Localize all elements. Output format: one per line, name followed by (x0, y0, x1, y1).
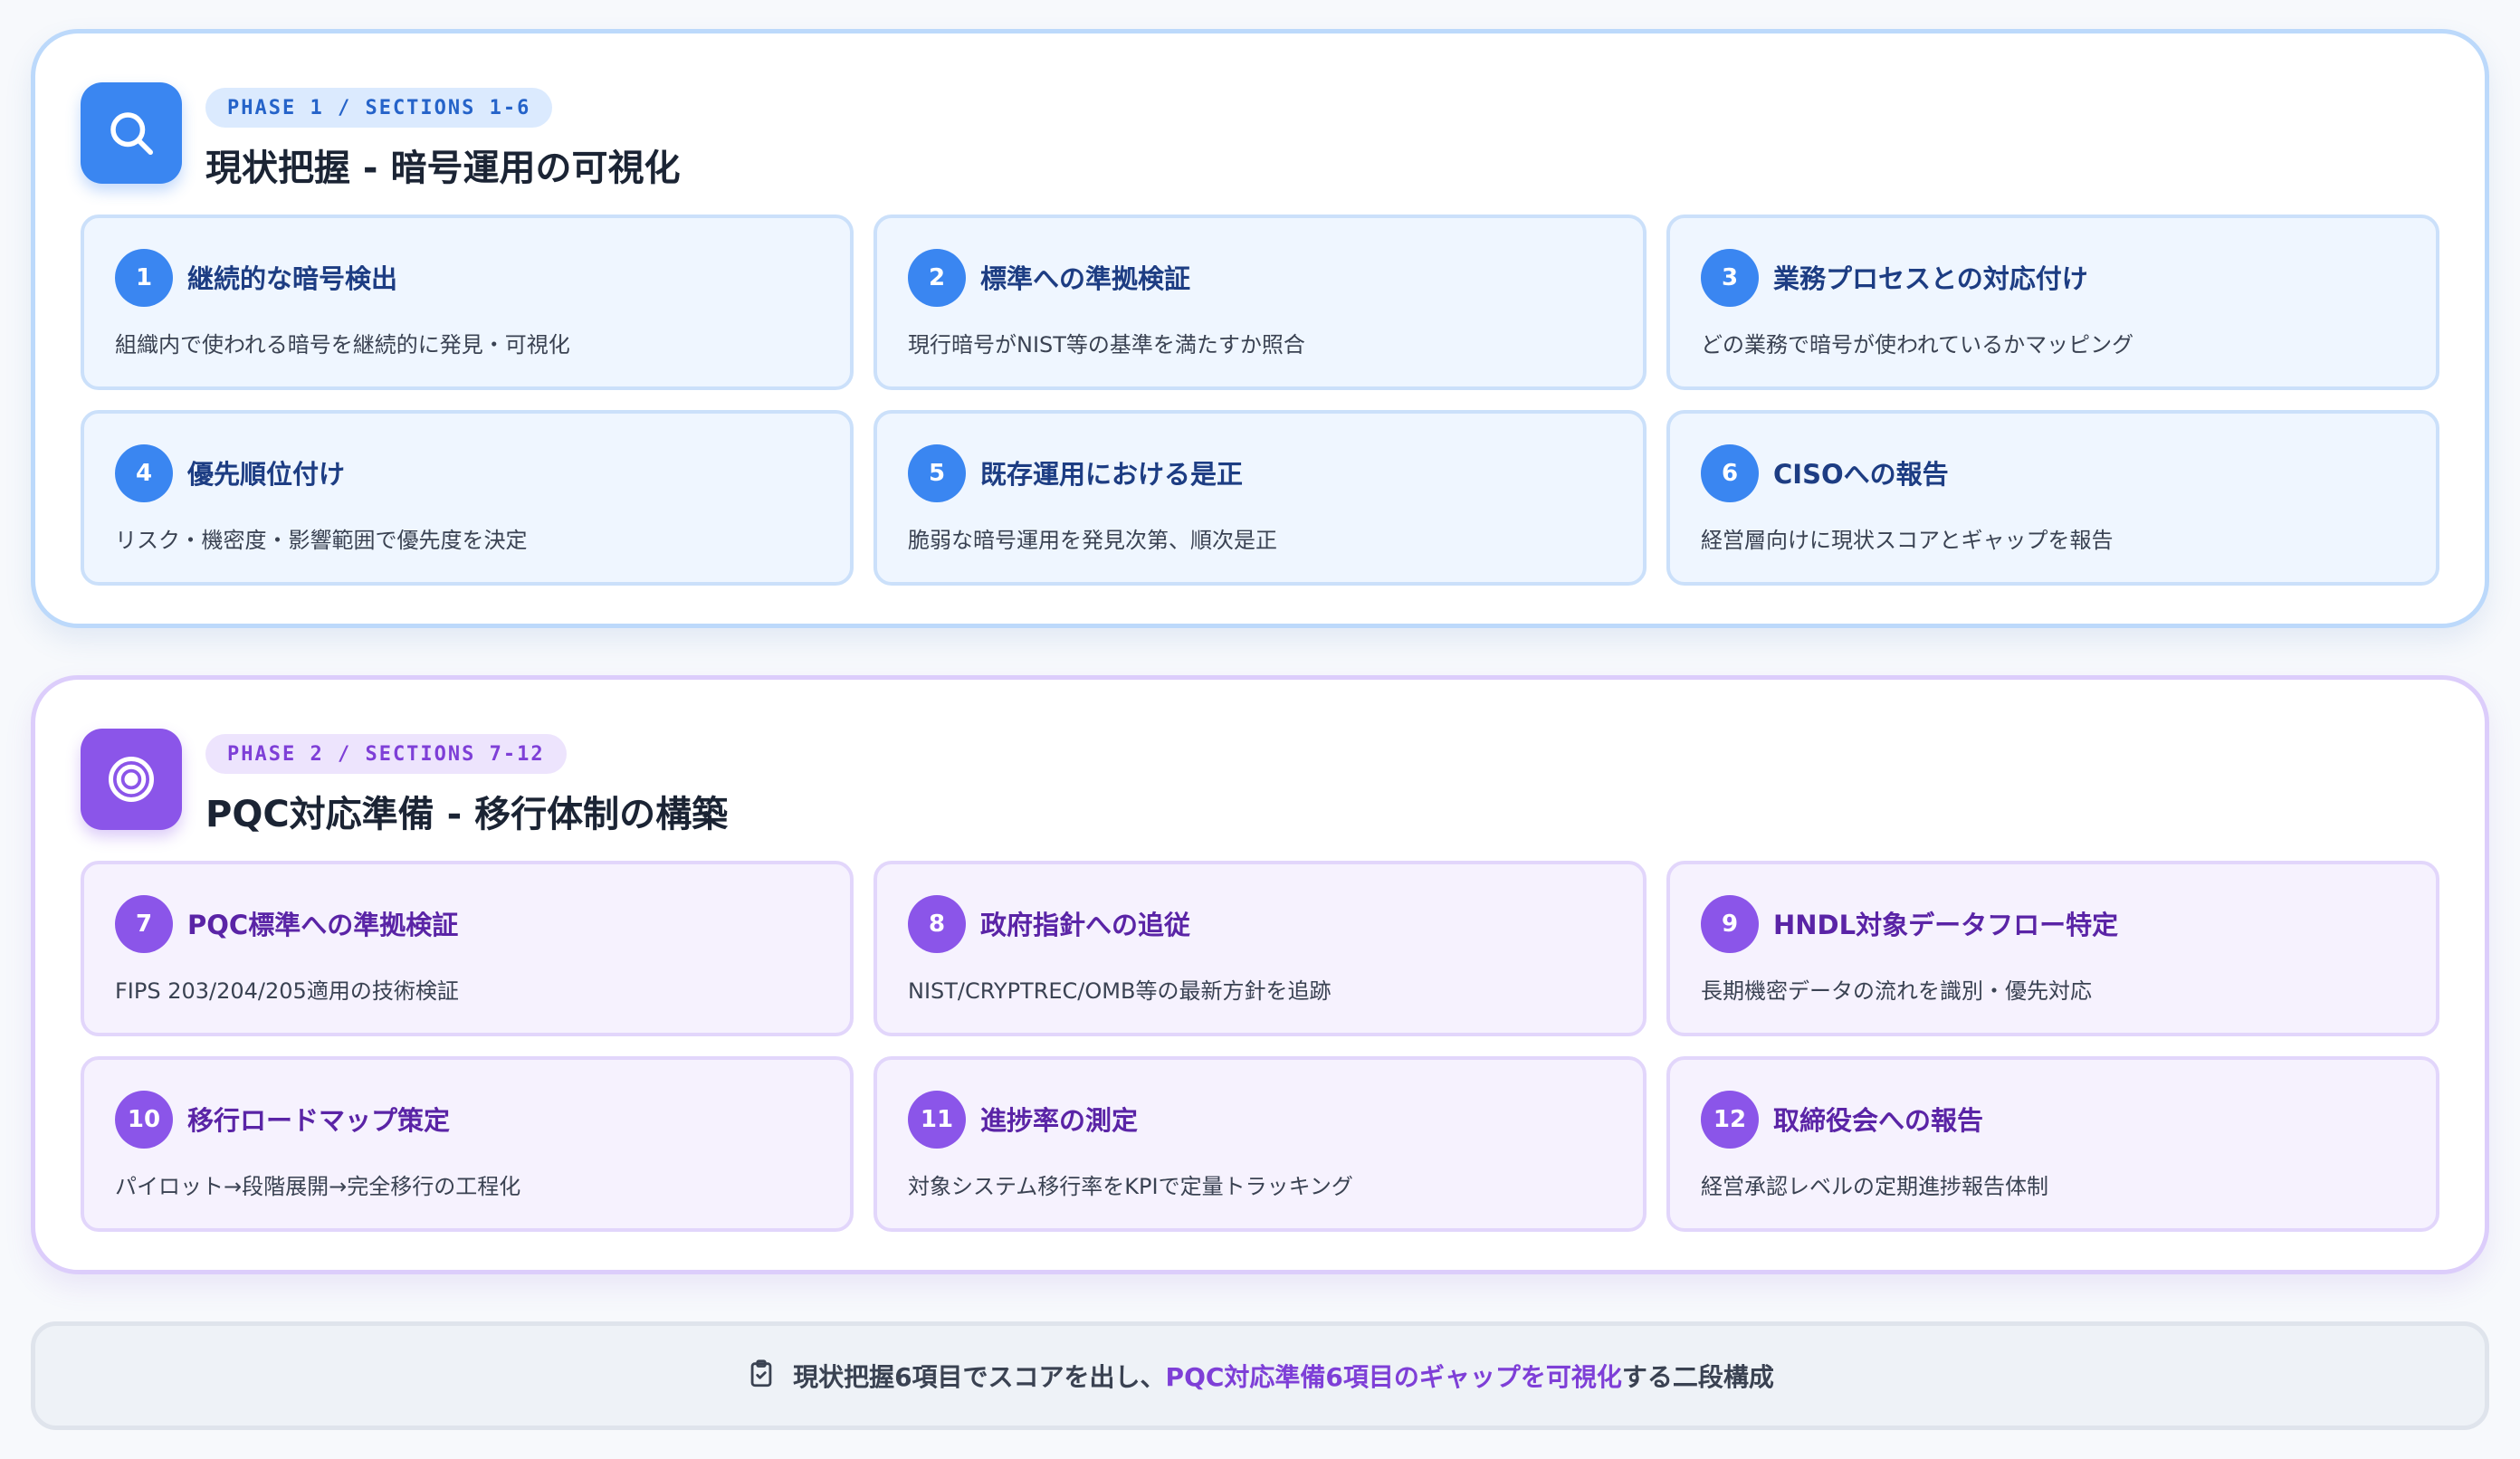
section-description: FIPS 203/204/205適用の技術検証 (115, 978, 459, 1004)
section-number-badge: 6 (1701, 444, 1759, 502)
section-description: 経営層向けに現状スコアとギャップを報告 (1701, 528, 2114, 553)
section-card-1: 1 継続的な暗号検出 組織内で使われる暗号を継続的に発見・可視化 (81, 215, 854, 390)
section-title: 業務プロセスとの対応付け (1773, 263, 2088, 294)
summary-text-start: 現状把握6項目でスコアを出し、 (793, 1362, 1166, 1392)
section-description: リスク・機密度・影響範囲で優先度を決定 (115, 528, 528, 553)
section-title: 進捗率の測定 (980, 1105, 1139, 1136)
section-number-badge: 11 (908, 1091, 966, 1149)
section-grid: 1 継続的な暗号検出 組織内で使われる暗号を継続的に発見・可視化 2 標準への準… (81, 215, 2439, 586)
section-number-badge: 12 (1701, 1091, 1759, 1149)
section-description: 組織内で使われる暗号を継続的に発見・可視化 (115, 332, 570, 358)
section-number-badge: 3 (1701, 249, 1759, 307)
section-description: 長期機密データの流れを識別・優先対応 (1701, 978, 2092, 1004)
section-description: 対象システム移行率をKPIで定量トラッキング (908, 1174, 1353, 1199)
phase-1-panel: PHASE 1 / SECTIONS 1-6 現状把握 - 暗号運用の可視化 1… (31, 29, 2489, 628)
section-card-11: 11 進捗率の測定 対象システム移行率をKPIで定量トラッキング (873, 1056, 1647, 1232)
section-number-badge: 10 (115, 1091, 173, 1149)
section-card-5: 5 既存運用における是正 脆弱な暗号運用を発見次第、順次是正 (873, 410, 1647, 586)
section-description: 脆弱な暗号運用を発見次第、順次是正 (908, 528, 1277, 553)
section-description: 現行暗号がNIST等の基準を満たすか照合 (908, 332, 1305, 358)
section-description: NIST/CRYPTREC/OMB等の最新方針を追跡 (908, 978, 1332, 1004)
section-card-12: 12 取締役会への報告 経営承認レベルの定期進捗報告体制 (1666, 1056, 2439, 1232)
phase-2-panel: PHASE 2 / SECTIONS 7-12 PQC対応準備 - 移行体制の構… (31, 675, 2489, 1274)
search-icon (81, 82, 182, 184)
phase-title: PQC対応準備 - 移行体制の構築 (205, 794, 729, 835)
section-title: 標準への準拠検証 (980, 263, 1191, 294)
summary-text-highlight: PQC対応準備6項目のギャップを可視化 (1165, 1362, 1622, 1392)
section-description: パイロット→段階展開→完全移行の工程化 (115, 1174, 521, 1199)
section-title: 継続的な暗号検出 (187, 263, 398, 294)
section-card-2: 2 標準への準拠検証 現行暗号がNIST等の基準を満たすか照合 (873, 215, 1647, 390)
phase-badge: PHASE 1 / SECTIONS 1-6 (205, 88, 553, 128)
phase-badge: PHASE 2 / SECTIONS 7-12 (205, 734, 567, 774)
section-title: CISOへの報告 (1773, 459, 1949, 490)
section-card-10: 10 移行ロードマップ策定 パイロット→段階展開→完全移行の工程化 (81, 1056, 854, 1232)
section-title: HNDL対象データフロー特定 (1773, 910, 2119, 940)
section-grid: 7 PQC標準への準拠検証 FIPS 203/204/205適用の技術検証 8 … (81, 861, 2439, 1232)
section-description: どの業務で暗号が使われているかマッピング (1701, 332, 2134, 358)
summary-text-end: する二段構成 (1621, 1362, 1774, 1392)
page: PHASE 1 / SECTIONS 1-6 現状把握 - 暗号運用の可視化 1… (0, 0, 2520, 1459)
section-number-badge: 5 (908, 444, 966, 502)
section-number-badge: 1 (115, 249, 173, 307)
section-title: 取締役会への報告 (1773, 1105, 1984, 1136)
section-card-9: 9 HNDL対象データフロー特定 長期機密データの流れを識別・優先対応 (1666, 861, 2439, 1036)
section-title: 移行ロードマップ策定 (187, 1105, 451, 1136)
phase-title: 現状把握 - 暗号運用の可視化 (205, 148, 681, 189)
section-number-badge: 2 (908, 249, 966, 307)
section-number-badge: 8 (908, 895, 966, 953)
target-icon (81, 729, 182, 830)
section-number-badge: 4 (115, 444, 173, 502)
section-card-7: 7 PQC標準への準拠検証 FIPS 203/204/205適用の技術検証 (81, 861, 854, 1036)
clipboard-check-icon (746, 1359, 777, 1393)
section-title: 優先順位付け (187, 459, 346, 490)
section-card-3: 3 業務プロセスとの対応付け どの業務で暗号が使われているかマッピング (1666, 215, 2439, 390)
section-card-8: 8 政府指針への追従 NIST/CRYPTREC/OMB等の最新方針を追跡 (873, 861, 1647, 1036)
section-title: 政府指針への追従 (980, 910, 1191, 940)
section-title: PQC標準への準拠検証 (187, 910, 459, 940)
summary-footer: 現状把握6項目でスコアを出し、PQC対応準備6項目のギャップを可視化する二段構成 (31, 1321, 2489, 1430)
section-card-4: 4 優先順位付け リスク・機密度・影響範囲で優先度を決定 (81, 410, 854, 586)
section-number-badge: 7 (115, 895, 173, 953)
section-card-6: 6 CISOへの報告 経営層向けに現状スコアとギャップを報告 (1666, 410, 2439, 586)
section-number-badge: 9 (1701, 895, 1759, 953)
summary-text: 現状把握6項目でスコアを出し、PQC対応準備6項目のギャップを可視化する二段構成 (793, 1358, 1774, 1394)
section-title: 既存運用における是正 (980, 459, 1244, 490)
section-description: 経営承認レベルの定期進捗報告体制 (1701, 1174, 2048, 1199)
